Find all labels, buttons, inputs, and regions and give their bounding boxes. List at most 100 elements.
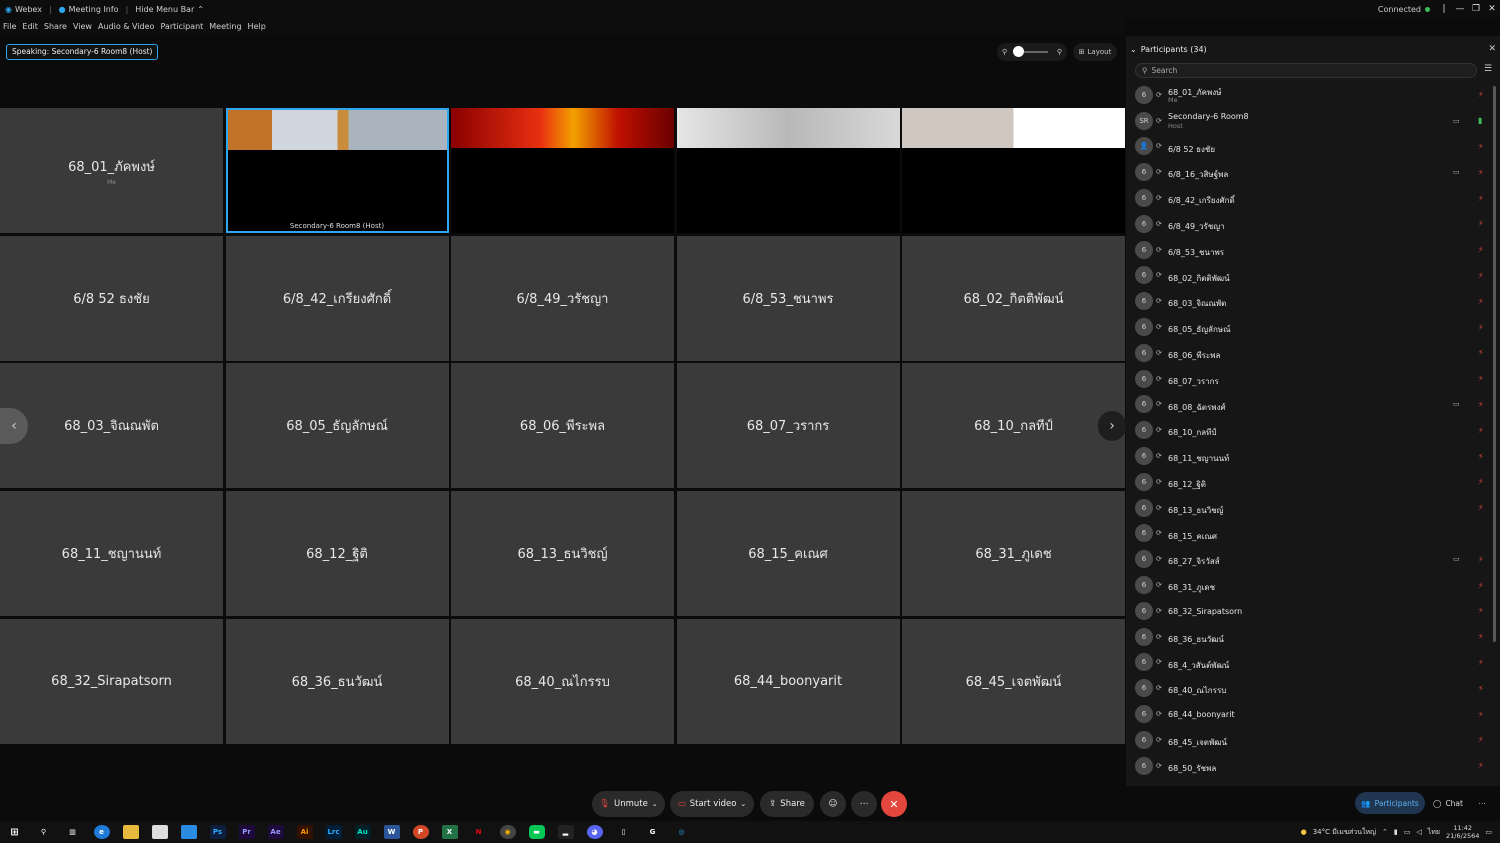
sort-list-icon[interactable]: ☰ bbox=[1484, 64, 1492, 74]
video-tile[interactable]: 68_11_ชญานนท์ bbox=[0, 491, 223, 617]
tray-chevron-up-icon[interactable]: ⌃ bbox=[1382, 828, 1388, 836]
mic-muted-icon[interactable]: ⚡ bbox=[1478, 555, 1484, 564]
mic-muted-icon[interactable]: ⚡ bbox=[1478, 323, 1484, 332]
file-explorer-icon[interactable] bbox=[122, 825, 139, 839]
menu-audio-video[interactable]: Audio & Video bbox=[95, 22, 157, 31]
hide-menu-bar-button[interactable]: Hide Menu Bar ⌃ bbox=[130, 0, 209, 18]
participant-row[interactable]: 6 ⟳ 6/8_16_วสิษฐ์พล ▭ ⚡ bbox=[1126, 159, 1496, 185]
language-indicator[interactable]: ไทย bbox=[1428, 827, 1440, 838]
participant-row[interactable]: 6 ⟳ 68_4_วสันต์พัฒน์ ⚡ bbox=[1126, 650, 1496, 676]
mic-muted-icon[interactable]: ⚡ bbox=[1478, 168, 1484, 177]
menu-help[interactable]: Help bbox=[245, 22, 269, 31]
participant-row[interactable]: 6 ⟳ 68_12_ฐิติ ⚡ bbox=[1126, 469, 1496, 495]
video-tile[interactable]: 68_44_boonyarit bbox=[676, 618, 900, 744]
mic-muted-icon[interactable]: ⚡ bbox=[1478, 219, 1484, 228]
mic-muted-icon[interactable]: ⚡ bbox=[1478, 710, 1484, 719]
lightroom-classic-icon[interactable]: Lrc bbox=[325, 825, 342, 839]
mail-icon[interactable] bbox=[180, 825, 197, 839]
netflix-icon[interactable]: N bbox=[470, 825, 487, 839]
participant-row[interactable]: 6 ⟳ 68_11_ชญานนท์ ⚡ bbox=[1126, 443, 1496, 469]
video-tile[interactable]: 68_45_เจตพัฒน์ bbox=[902, 618, 1125, 744]
task-view-icon[interactable]: ▥ bbox=[65, 825, 81, 839]
edge-icon[interactable]: e bbox=[93, 825, 110, 839]
line-icon[interactable]: ▬ bbox=[528, 825, 545, 839]
illustrator-icon[interactable]: Ai bbox=[296, 825, 313, 839]
participant-row[interactable]: 6 ⟳ 68_50_รัชพล ⚡ bbox=[1126, 753, 1496, 779]
webex-taskbar-icon[interactable]: ◎ bbox=[674, 825, 690, 839]
participant-row[interactable]: 6 ⟳ 68_36_ธนวัฒน์ ⚡ bbox=[1126, 624, 1496, 650]
chat-tab[interactable]: ◯ Chat bbox=[1428, 792, 1468, 814]
menu-meeting[interactable]: Meeting bbox=[206, 22, 244, 31]
discord-icon[interactable]: ◕ bbox=[586, 825, 603, 839]
participant-row[interactable]: 6 ⟳ 68_13_ธนวิชญ์ ⚡ bbox=[1126, 495, 1496, 521]
mic-muted-icon[interactable]: ⚡ bbox=[1478, 632, 1484, 641]
restore-button[interactable]: ❐ bbox=[1468, 4, 1484, 14]
clock[interactable]: 11:42 21/6/2564 bbox=[1446, 824, 1479, 840]
participant-row[interactable]: 6 ⟳ 68_01_ภัคพงษ์ Me ⚡ bbox=[1126, 82, 1496, 108]
video-tile[interactable]: 68_02_กิตติพัฒน์ bbox=[902, 235, 1125, 361]
windows-start-icon[interactable]: ⊞ bbox=[7, 825, 23, 839]
mic-muted-icon[interactable]: ⚡ bbox=[1478, 761, 1484, 770]
participant-row[interactable]: 6 ⟳ 68_05_ธัญลักษณ์ ⚡ bbox=[1126, 314, 1496, 340]
share-button[interactable]: ⇪ Share bbox=[760, 791, 814, 817]
participant-row[interactable]: 👤 ⟳ 6/8 52 ธงชัย ⚡ bbox=[1126, 134, 1496, 160]
participant-row[interactable]: 6 ⟳ 68_40_ณไกรรบ ⚡ bbox=[1126, 675, 1496, 701]
mic-muted-icon[interactable]: ⚡ bbox=[1478, 452, 1484, 461]
chevron-down-icon[interactable]: ⌄ bbox=[1130, 45, 1137, 54]
participant-row[interactable]: 6 ⟳ 68_07_วรากร ⚡ bbox=[1126, 366, 1496, 392]
video-tile[interactable]: 6/8 52 ธงชัย bbox=[0, 235, 223, 361]
video-tile[interactable]: 68_06_พีระพล bbox=[451, 363, 674, 489]
video-tile[interactable]: 6/8_53_ชนาพร bbox=[676, 235, 900, 361]
mic-muted-icon[interactable]: ⚡ bbox=[1478, 581, 1484, 590]
more-options-button[interactable]: ⋯ bbox=[851, 791, 877, 817]
zoom-out-icon[interactable]: ⚲ bbox=[1002, 48, 1007, 56]
pin-icon[interactable]: | bbox=[1436, 4, 1452, 14]
notification-icon[interactable]: ▭ bbox=[1485, 828, 1492, 836]
search-icon[interactable]: ⚲ bbox=[36, 825, 52, 839]
mic-muted-icon[interactable]: ⚡ bbox=[1478, 477, 1484, 486]
logitech-icon[interactable]: G bbox=[645, 825, 661, 839]
participant-row[interactable]: 6 ⟳ 68_44_boonyarit ⚡ bbox=[1126, 701, 1496, 727]
excel-icon[interactable]: X bbox=[441, 825, 458, 839]
network-icon[interactable]: ▭ bbox=[1404, 828, 1411, 836]
mic-muted-icon[interactable]: ⚡ bbox=[1478, 245, 1484, 254]
close-window-button[interactable]: ✕ bbox=[1484, 4, 1500, 14]
mic-muted-icon[interactable]: ⚡ bbox=[1478, 400, 1484, 409]
mic-muted-icon[interactable]: ⚡ bbox=[1478, 348, 1484, 357]
meeting-info-button[interactable]: ● Meeting Info bbox=[54, 0, 124, 18]
participant-row[interactable]: 6 ⟳ 68_03_จิณณพัต ⚡ bbox=[1126, 288, 1496, 314]
volume-icon[interactable]: ◁ bbox=[1416, 828, 1421, 836]
leave-meeting-button[interactable]: ✕ bbox=[881, 791, 907, 817]
participant-row[interactable]: 6 ⟳ 68_31_ภูเดช ⚡ bbox=[1126, 572, 1496, 598]
zoom-in-icon[interactable]: ⚲ bbox=[1057, 48, 1062, 56]
video-tile[interactable]: 68_01_ภัคพงษ์ Me bbox=[0, 108, 223, 233]
weather-icon[interactable]: ● bbox=[1301, 828, 1307, 836]
participant-row[interactable]: 6 ⟳ 68_32_Sirapatsorn ⚡ bbox=[1126, 598, 1496, 624]
next-page-button[interactable]: › bbox=[1098, 411, 1126, 441]
weather-text[interactable]: 34°C มีเมฆส่วนใหญ่ bbox=[1313, 827, 1376, 838]
participant-row[interactable]: 6 ⟳ 68_06_พีระพล ⚡ bbox=[1126, 340, 1496, 366]
premiere-icon[interactable]: Pr bbox=[238, 825, 255, 839]
after-effects-icon[interactable]: Ae bbox=[267, 825, 284, 839]
menu-file[interactable]: File bbox=[0, 22, 19, 31]
chrome-icon[interactable]: ◉ bbox=[499, 825, 516, 839]
host-video-tile[interactable]: Secondary-6 Room8 (Host) bbox=[225, 108, 449, 233]
mic-muted-icon[interactable]: ⚡ bbox=[1478, 426, 1484, 435]
mic-muted-icon[interactable]: ⚡ bbox=[1478, 658, 1484, 667]
participant-list-scrollbar[interactable] bbox=[1493, 86, 1496, 642]
search-input[interactable]: ⚲ Search bbox=[1135, 63, 1477, 78]
store-icon[interactable] bbox=[151, 825, 168, 839]
powerpoint-icon[interactable]: P bbox=[412, 825, 429, 839]
close-panel-button[interactable]: ✕ bbox=[1488, 44, 1496, 54]
video-tile[interactable] bbox=[451, 108, 674, 233]
mic-muted-icon[interactable]: ⚡ bbox=[1478, 735, 1484, 744]
start-video-button[interactable]: ▭ Start video ⌄ bbox=[670, 791, 754, 817]
video-tile[interactable]: 68_32_Sirapatsorn bbox=[0, 618, 223, 744]
participant-row[interactable]: 6 ⟳ 6/8_49_วรัชญา ⚡ bbox=[1126, 211, 1496, 237]
participant-row[interactable]: 6 ⟳ 68_08_ฉัตรพงศ์ ▭ ⚡ bbox=[1126, 392, 1496, 418]
audition-icon[interactable]: Au bbox=[354, 825, 371, 839]
video-tile[interactable]: 68_12_ฐิติ bbox=[225, 491, 449, 617]
video-tile[interactable] bbox=[902, 108, 1125, 233]
reactions-button[interactable]: ☺ bbox=[820, 791, 846, 817]
participant-row[interactable]: 6 ⟳ 68_15_คเณศ bbox=[1126, 521, 1496, 547]
